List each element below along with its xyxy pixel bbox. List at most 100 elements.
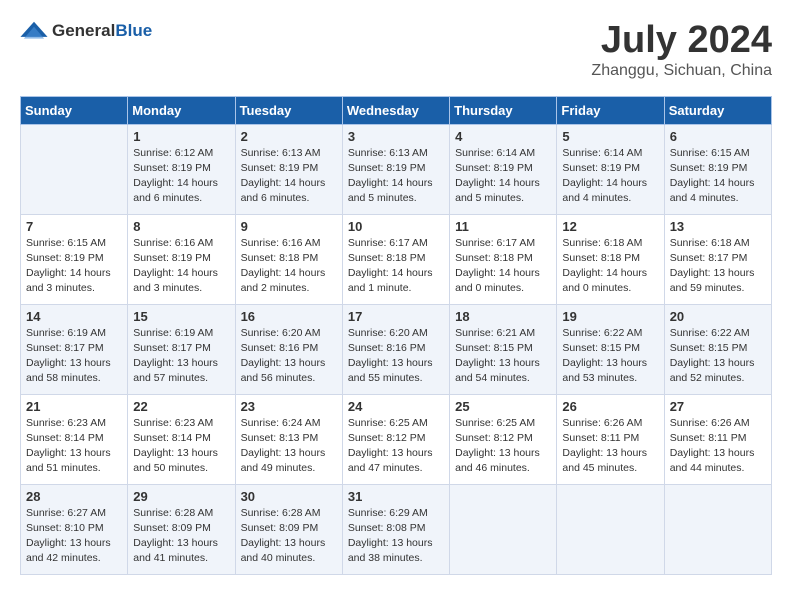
calendar-cell: 28Sunrise: 6:27 AM Sunset: 8:10 PM Dayli…: [21, 484, 128, 574]
day-info: Sunrise: 6:25 AM Sunset: 8:12 PM Dayligh…: [348, 416, 444, 477]
calendar-cell: 18Sunrise: 6:21 AM Sunset: 8:15 PM Dayli…: [450, 304, 557, 394]
week-row-2: 7Sunrise: 6:15 AM Sunset: 8:19 PM Daylig…: [21, 214, 772, 304]
calendar-cell: 5 Sunrise: 6:14 AM Sunset: 8:19 PM Daylig…: [557, 124, 664, 214]
day-number: 20: [670, 309, 766, 324]
day-info: Sunrise: 6:17 AM Sunset: 8:18 PM Dayligh…: [455, 236, 551, 297]
day-info: Sunrise: 6:19 AM Sunset: 8:17 PM Dayligh…: [26, 326, 122, 387]
calendar-cell: 4 Sunrise: 6:14 AM Sunset: 8:19 PM Daylig…: [450, 124, 557, 214]
day-info: Sunrise: 6:22 AM Sunset: 8:15 PM Dayligh…: [562, 326, 658, 387]
calendar-cell: 11Sunrise: 6:17 AM Sunset: 8:18 PM Dayli…: [450, 214, 557, 304]
day-info: Sunrise: 6:14 AM Sunset: 8:19 PM Dayligh…: [562, 146, 658, 207]
day-info: Sunrise: 6:15 AM Sunset: 8:19 PM Dayligh…: [670, 146, 766, 207]
calendar-cell: 20 Sunrise: 6:22 AM Sunset: 8:15 PM Dayli…: [664, 304, 771, 394]
day-number: 13: [670, 219, 766, 234]
day-number: 2: [241, 129, 337, 144]
calendar-cell: 23Sunrise: 6:24 AM Sunset: 8:13 PM Dayli…: [235, 394, 342, 484]
header-thursday: Thursday: [450, 96, 557, 124]
day-info: Sunrise: 6:20 AM Sunset: 8:16 PM Dayligh…: [348, 326, 444, 387]
calendar-cell: 30 Sunrise: 6:28 AM Sunset: 8:09 PM Dayli…: [235, 484, 342, 574]
day-number: 25: [455, 399, 551, 414]
location: Zhanggu, Sichuan, China: [591, 62, 772, 80]
calendar-cell: 27 Sunrise: 6:26 AM Sunset: 8:11 PM Dayli…: [664, 394, 771, 484]
day-number: 22: [133, 399, 229, 414]
calendar-cell: 25 Sunrise: 6:25 AM Sunset: 8:12 PM Dayli…: [450, 394, 557, 484]
calendar-cell: [21, 124, 128, 214]
day-number: 12: [562, 219, 658, 234]
day-number: 16: [241, 309, 337, 324]
day-number: 7: [26, 219, 122, 234]
calendar-cell: [450, 484, 557, 574]
day-info: Sunrise: 6:26 AM Sunset: 8:11 PM Dayligh…: [670, 416, 766, 477]
day-number: 24: [348, 399, 444, 414]
day-info: Sunrise: 6:14 AM Sunset: 8:19 PM Dayligh…: [455, 146, 551, 207]
calendar-cell: [664, 484, 771, 574]
day-number: 5: [562, 129, 658, 144]
day-info: Sunrise: 6:16 AM Sunset: 8:18 PM Dayligh…: [241, 236, 337, 297]
page-header: GeneralBlue July 2024 Zhanggu, Sichuan, …: [20, 20, 772, 80]
day-info: Sunrise: 6:23 AM Sunset: 8:14 PM Dayligh…: [26, 416, 122, 477]
day-number: 6: [670, 129, 766, 144]
calendar-cell: 24 Sunrise: 6:25 AM Sunset: 8:12 PM Dayli…: [342, 394, 449, 484]
calendar-cell: 22Sunrise: 6:23 AM Sunset: 8:14 PM Dayli…: [128, 394, 235, 484]
day-number: 31: [348, 489, 444, 504]
day-number: 26: [562, 399, 658, 414]
header-saturday: Saturday: [664, 96, 771, 124]
day-info: Sunrise: 6:20 AM Sunset: 8:16 PM Dayligh…: [241, 326, 337, 387]
calendar-cell: 6 Sunrise: 6:15 AM Sunset: 8:19 PM Daylig…: [664, 124, 771, 214]
header-friday: Friday: [557, 96, 664, 124]
calendar-header-row: SundayMondayTuesdayWednesdayThursdayFrid…: [21, 96, 772, 124]
calendar-table: SundayMondayTuesdayWednesdayThursdayFrid…: [20, 96, 772, 575]
day-info: Sunrise: 6:21 AM Sunset: 8:15 PM Dayligh…: [455, 326, 551, 387]
day-info: Sunrise: 6:28 AM Sunset: 8:09 PM Dayligh…: [241, 506, 337, 567]
day-info: Sunrise: 6:13 AM Sunset: 8:19 PM Dayligh…: [348, 146, 444, 207]
day-number: 30: [241, 489, 337, 504]
logo: GeneralBlue: [20, 20, 152, 42]
header-sunday: Sunday: [21, 96, 128, 124]
week-row-4: 21 Sunrise: 6:23 AM Sunset: 8:14 PM Dayli…: [21, 394, 772, 484]
day-number: 15: [133, 309, 229, 324]
logo-general: General: [52, 21, 115, 40]
day-number: 9: [241, 219, 337, 234]
day-info: Sunrise: 6:25 AM Sunset: 8:12 PM Dayligh…: [455, 416, 551, 477]
calendar-cell: 17 Sunrise: 6:20 AM Sunset: 8:16 PM Dayli…: [342, 304, 449, 394]
day-number: 28: [26, 489, 122, 504]
calendar-cell: 2Sunrise: 6:13 AM Sunset: 8:19 PM Daylig…: [235, 124, 342, 214]
calendar-cell: 15 Sunrise: 6:19 AM Sunset: 8:17 PM Dayli…: [128, 304, 235, 394]
week-row-1: 1Sunrise: 6:12 AM Sunset: 8:19 PM Daylig…: [21, 124, 772, 214]
week-row-3: 14 Sunrise: 6:19 AM Sunset: 8:17 PM Dayli…: [21, 304, 772, 394]
week-row-5: 28Sunrise: 6:27 AM Sunset: 8:10 PM Dayli…: [21, 484, 772, 574]
header-tuesday: Tuesday: [235, 96, 342, 124]
day-number: 4: [455, 129, 551, 144]
day-number: 8: [133, 219, 229, 234]
calendar-cell: 29 Sunrise: 6:28 AM Sunset: 8:09 PM Dayli…: [128, 484, 235, 574]
day-number: 14: [26, 309, 122, 324]
title-block: July 2024 Zhanggu, Sichuan, China: [591, 20, 772, 80]
day-number: 17: [348, 309, 444, 324]
day-number: 27: [670, 399, 766, 414]
header-monday: Monday: [128, 96, 235, 124]
day-info: Sunrise: 6:19 AM Sunset: 8:17 PM Dayligh…: [133, 326, 229, 387]
logo-blue: Blue: [115, 21, 152, 40]
calendar-cell: 9 Sunrise: 6:16 AM Sunset: 8:18 PM Daylig…: [235, 214, 342, 304]
calendar-cell: 16 Sunrise: 6:20 AM Sunset: 8:16 PM Dayli…: [235, 304, 342, 394]
calendar-cell: 8 Sunrise: 6:16 AM Sunset: 8:19 PM Daylig…: [128, 214, 235, 304]
calendar-cell: 19Sunrise: 6:22 AM Sunset: 8:15 PM Dayli…: [557, 304, 664, 394]
calendar-cell: 31 Sunrise: 6:29 AM Sunset: 8:08 PM Dayli…: [342, 484, 449, 574]
day-info: Sunrise: 6:22 AM Sunset: 8:15 PM Dayligh…: [670, 326, 766, 387]
calendar-cell: 14 Sunrise: 6:19 AM Sunset: 8:17 PM Dayli…: [21, 304, 128, 394]
calendar-cell: 13Sunrise: 6:18 AM Sunset: 8:17 PM Dayli…: [664, 214, 771, 304]
calendar-cell: 7Sunrise: 6:15 AM Sunset: 8:19 PM Daylig…: [21, 214, 128, 304]
day-info: Sunrise: 6:12 AM Sunset: 8:19 PM Dayligh…: [133, 146, 229, 207]
day-info: Sunrise: 6:28 AM Sunset: 8:09 PM Dayligh…: [133, 506, 229, 567]
header-wednesday: Wednesday: [342, 96, 449, 124]
day-info: Sunrise: 6:16 AM Sunset: 8:19 PM Dayligh…: [133, 236, 229, 297]
day-number: 29: [133, 489, 229, 504]
calendar-cell: 1Sunrise: 6:12 AM Sunset: 8:19 PM Daylig…: [128, 124, 235, 214]
calendar-cell: 3Sunrise: 6:13 AM Sunset: 8:19 PM Daylig…: [342, 124, 449, 214]
calendar-cell: 26 Sunrise: 6:26 AM Sunset: 8:11 PM Dayli…: [557, 394, 664, 484]
calendar-cell: 10Sunrise: 6:17 AM Sunset: 8:18 PM Dayli…: [342, 214, 449, 304]
day-number: 21: [26, 399, 122, 414]
day-info: Sunrise: 6:26 AM Sunset: 8:11 PM Dayligh…: [562, 416, 658, 477]
logo-icon: [20, 20, 48, 42]
day-info: Sunrise: 6:29 AM Sunset: 8:08 PM Dayligh…: [348, 506, 444, 567]
